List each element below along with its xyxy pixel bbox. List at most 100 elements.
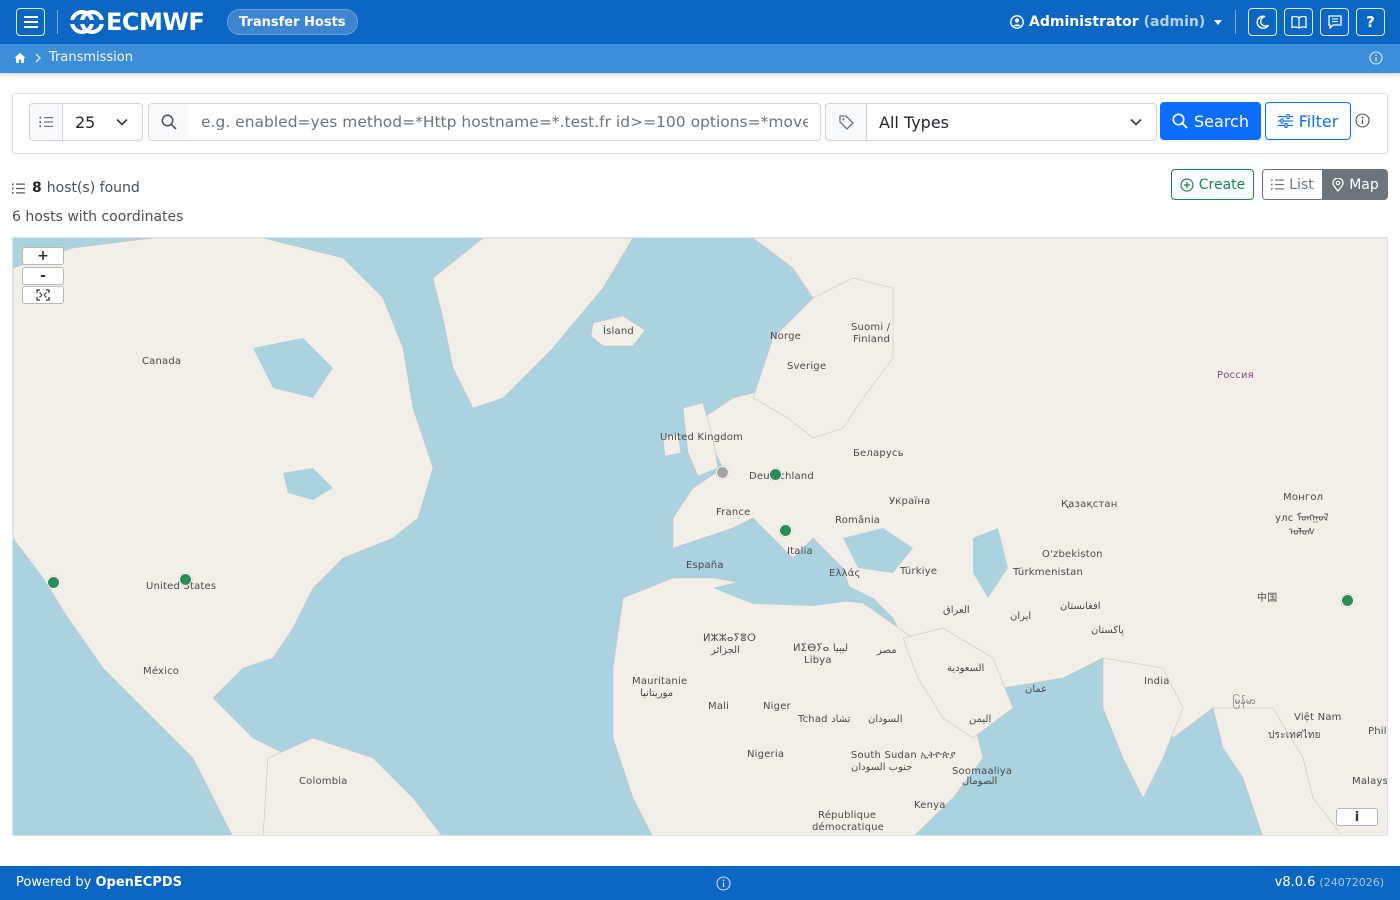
section-pill[interactable]: Transfer Hosts bbox=[227, 9, 358, 35]
chat-button[interactable] bbox=[1320, 8, 1349, 36]
map-label: Ελλάς bbox=[829, 568, 861, 579]
page-size-addon bbox=[29, 103, 63, 141]
tag-icon bbox=[838, 114, 854, 130]
type-select[interactable]: All Types bbox=[866, 103, 1157, 141]
chevron-down-icon bbox=[1214, 19, 1223, 25]
map-label: Finland bbox=[853, 334, 891, 345]
zoom-out-button[interactable]: - bbox=[22, 267, 64, 285]
map-label: عمان bbox=[1025, 684, 1048, 695]
map-label: Libya bbox=[804, 655, 832, 666]
chevron-down-icon bbox=[116, 118, 128, 126]
powered-by-link[interactable]: OpenECPDS bbox=[96, 875, 183, 890]
results-count-label: host(s) found bbox=[46, 180, 140, 196]
user-menu[interactable]: Administrator (admin) bbox=[1010, 12, 1223, 32]
map-label: Canada bbox=[142, 356, 182, 367]
breadcrumb: Transmission bbox=[0, 44, 1400, 73]
coordinates-summary: 6 hosts with coordinates bbox=[12, 209, 184, 225]
host-marker[interactable] bbox=[779, 524, 792, 537]
map-label: Niger bbox=[763, 701, 791, 712]
version-number: v8.0.6 bbox=[1274, 875, 1316, 890]
theme-toggle-button[interactable] bbox=[1248, 8, 1277, 36]
type-addon bbox=[825, 103, 867, 141]
map-label: Norge bbox=[770, 331, 802, 342]
map-label: O'zbekiston bbox=[1042, 549, 1103, 560]
home-icon[interactable] bbox=[14, 52, 26, 64]
powered-by: Powered by OpenECPDS bbox=[16, 875, 182, 890]
hosts-map[interactable]: + - Canada United States México Colombia… bbox=[12, 237, 1388, 836]
map-label: République bbox=[818, 810, 877, 821]
chevron-down-icon bbox=[1130, 118, 1142, 126]
type-select-value: All Types bbox=[879, 112, 950, 132]
map-label: México bbox=[143, 666, 180, 677]
search-button-label: Search bbox=[1194, 111, 1249, 131]
map-pin-icon bbox=[1332, 177, 1344, 192]
map-label: ประเทศไทย bbox=[1268, 730, 1321, 741]
map-label: South Sudan ኢትዮጵያ bbox=[851, 750, 956, 761]
info-icon[interactable] bbox=[1369, 51, 1383, 65]
chevron-right-icon bbox=[35, 53, 41, 63]
host-marker[interactable] bbox=[769, 468, 782, 481]
info-icon[interactable] bbox=[716, 876, 731, 891]
map-label: Sverige bbox=[787, 361, 827, 372]
menu-icon bbox=[23, 16, 38, 28]
fullscreen-icon bbox=[36, 289, 50, 301]
build-number: (24072026) bbox=[1319, 876, 1384, 889]
map-label: ایران bbox=[1010, 611, 1032, 622]
breadcrumb-item-transmission[interactable]: Transmission bbox=[49, 50, 133, 65]
menu-toggle-button[interactable] bbox=[16, 8, 45, 36]
map-view-button[interactable]: Map bbox=[1323, 169, 1388, 200]
zoom-in-button[interactable]: + bbox=[22, 247, 64, 265]
help-icon: ? bbox=[1366, 13, 1375, 31]
user-circle-icon bbox=[1010, 15, 1024, 29]
version-info: v8.0.6 (24072026) bbox=[1275, 875, 1384, 890]
map-label: Mali bbox=[708, 701, 730, 712]
map-label: România bbox=[835, 515, 881, 526]
map-label: مصر bbox=[877, 645, 897, 656]
map-label: ⵍⵉⴱⵢⴰ ليبيا bbox=[793, 643, 848, 654]
docs-button[interactable] bbox=[1284, 8, 1313, 36]
map-label: Italia bbox=[787, 546, 813, 557]
map-label: Türkmenistan bbox=[1013, 567, 1083, 578]
map-label: السودان bbox=[868, 714, 903, 725]
create-host-button[interactable]: Create bbox=[1171, 169, 1254, 200]
info-icon[interactable] bbox=[1355, 113, 1370, 128]
host-marker[interactable] bbox=[716, 466, 729, 479]
map-label: جنوب السودان bbox=[851, 762, 913, 773]
host-marker[interactable] bbox=[179, 573, 192, 586]
map-view-label: Map bbox=[1349, 176, 1379, 193]
map-label: မြန်မာ bbox=[1233, 696, 1256, 707]
powered-by-prefix: Powered by bbox=[16, 875, 92, 890]
map-label: Suomi / bbox=[851, 322, 891, 333]
list-view-button[interactable]: List bbox=[1262, 169, 1323, 200]
help-button[interactable]: ? bbox=[1356, 8, 1385, 36]
search-button[interactable]: Search bbox=[1160, 102, 1261, 140]
top-navbar: ECMWF Transfer Hosts Administrator (admi… bbox=[0, 0, 1400, 44]
search-input[interactable] bbox=[189, 103, 821, 141]
map-label: Malaysi bbox=[1352, 776, 1388, 787]
chat-icon bbox=[1327, 15, 1342, 29]
map-label: ⵍⵣⵣⴰⵢⴻⵔ bbox=[703, 633, 757, 644]
host-marker[interactable] bbox=[47, 576, 60, 589]
user-role: (admin) bbox=[1143, 14, 1206, 30]
brand-logo[interactable]: ECMWF bbox=[70, 8, 205, 36]
map-label: España bbox=[686, 560, 724, 571]
results-count-number: 8 bbox=[32, 180, 42, 196]
ecmwf-logo-icon bbox=[70, 10, 104, 34]
host-marker[interactable] bbox=[1341, 594, 1354, 607]
book-icon bbox=[1290, 15, 1307, 29]
fullscreen-button[interactable] bbox=[22, 286, 64, 304]
map-label: العراق bbox=[943, 605, 970, 616]
attribution-button[interactable]: i bbox=[1336, 808, 1378, 826]
map-label: اليمن bbox=[969, 714, 992, 725]
list-ordered-icon bbox=[39, 116, 53, 128]
list-icon bbox=[1271, 179, 1285, 190]
page-size-select[interactable]: 25 bbox=[62, 103, 143, 141]
map-label: Mauritanie bbox=[632, 676, 688, 687]
map-label: India bbox=[1144, 676, 1170, 687]
search-icon bbox=[161, 114, 177, 130]
map-label: United Kingdom bbox=[660, 432, 744, 443]
map-basemap bbox=[13, 238, 1387, 835]
filter-button[interactable]: Filter bbox=[1265, 102, 1351, 140]
nav-divider bbox=[57, 10, 58, 34]
map-label: Tchad تشاد bbox=[798, 714, 851, 725]
